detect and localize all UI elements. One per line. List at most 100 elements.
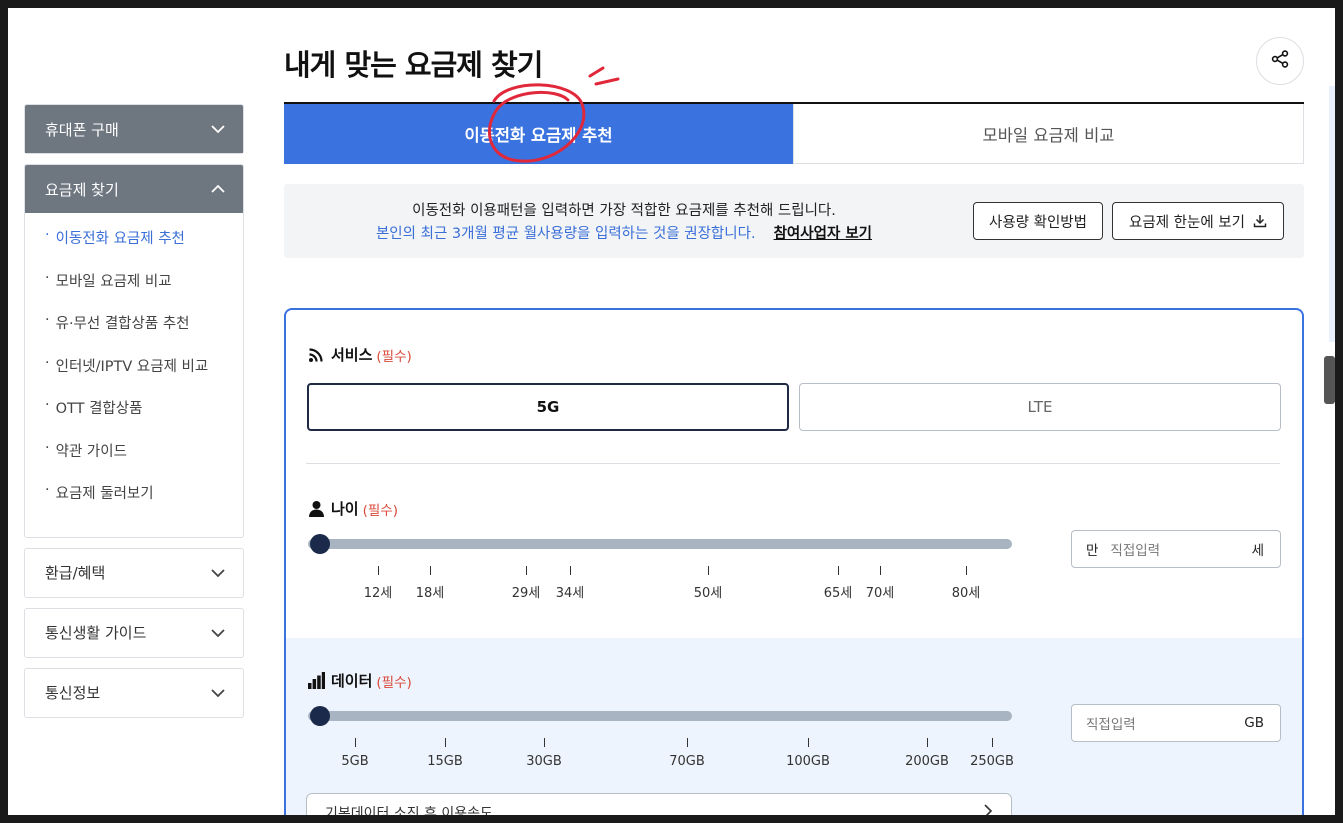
sidebar-section-header[interactable]: 요금제 찾기	[25, 165, 243, 213]
age-slider-track[interactable]	[308, 539, 1012, 549]
notice-line: 이동전화 이용패턴을 입력하면 가장 적합한 요금제를 추천해 드립니다.	[412, 203, 836, 219]
share-icon	[1270, 49, 1290, 73]
tick-mark	[355, 738, 356, 747]
data-slider-track[interactable]	[308, 711, 1012, 721]
sidebar: 휴대폰 구매 요금제 찾기 · 이동전화 요금제 추천 · 모바일 요금제 비교 ·…	[24, 104, 244, 728]
plan-input-form: 서비스 (필수) 5G LTE 나이 (필수) 12세 18세 29세 34세 50세 6…	[284, 308, 1304, 815]
sidebar-section-telecom-info[interactable]: 통신정보	[24, 667, 244, 718]
tick-label[interactable]: 5GB	[341, 754, 368, 769]
view-all-plans-button[interactable]: 요금제 한눈에 보기	[1112, 202, 1284, 240]
divider	[306, 463, 1280, 464]
sidebar-section-label: 환급/혜택	[45, 564, 106, 582]
download-icon	[1253, 214, 1267, 228]
age-input-prefix: 만	[1086, 543, 1099, 559]
tick-label[interactable]: 100GB	[786, 754, 830, 769]
tick-mark	[927, 738, 928, 747]
sidebar-section-label: 통신정보	[45, 684, 101, 702]
sidebar-section-plan-finder: 요금제 찾기 · 이동전화 요금제 추천 · 모바일 요금제 비교 · 유·무선 결합…	[24, 164, 244, 538]
tick-label[interactable]: 70세	[866, 582, 895, 601]
chevron-down-icon	[211, 120, 225, 138]
notice-box: 이동전화 이용패턴을 입력하면 가장 적합한 요금제를 추천해 드립니다. 본인…	[284, 184, 1304, 258]
tick-mark	[992, 738, 993, 747]
chevron-up-icon	[211, 180, 225, 198]
speed-after-data-exhausted-row[interactable]: 기본데이터 소진 후 이용속도	[306, 793, 1012, 815]
tab-mobile-plan-recommend[interactable]: 이동전화 요금제 추천	[284, 104, 793, 164]
sidebar-section-label: 통신생활 가이드	[45, 624, 147, 642]
age-direct-input[interactable]: 만 직접입력 세	[1071, 530, 1281, 568]
chevron-right-icon	[983, 804, 993, 815]
scrollbar-thumb[interactable]	[1324, 356, 1335, 404]
required-mark: (필수)	[376, 674, 412, 691]
signal-bars-icon	[308, 672, 325, 689]
tick-mark	[838, 566, 839, 575]
sidebar-sub-list: · 이동전화 요금제 추천 · 모바일 요금제 비교 · 유·무선 결합상품 추천 ·…	[25, 213, 243, 537]
tick-mark	[445, 738, 446, 747]
data-input-unit: GB	[1244, 715, 1264, 731]
data-section: 데이터 (필수) 5GB 15GB 30GB 70GB 100GB 200GB 250GB …	[286, 638, 1302, 815]
data-input-placeholder: 직접입력	[1086, 717, 1136, 733]
tick-label[interactable]: 50세	[694, 582, 723, 601]
tick-label[interactable]: 200GB	[905, 754, 949, 769]
sidebar-item-mobile-plan-compare[interactable]: · 모바일 요금제 비교	[45, 270, 243, 313]
sidebar-section-header[interactable]: 통신정보	[25, 669, 243, 717]
tick-mark	[808, 738, 809, 747]
tick-mark	[966, 566, 967, 575]
tick-label[interactable]: 250GB	[970, 754, 1014, 769]
person-icon	[308, 500, 325, 517]
sidebar-item-internet-iptv-compare[interactable]: · 인터넷/IPTV 요금제 비교	[45, 355, 243, 398]
sidebar-section-label: 요금제 찾기	[45, 180, 119, 199]
tab-bar: 이동전화 요금제 추천 모바일 요금제 비교	[284, 102, 1304, 164]
tab-mobile-plan-compare[interactable]: 모바일 요금제 비교	[793, 104, 1304, 164]
age-input-placeholder: 직접입력	[1110, 543, 1161, 559]
sidebar-section-header[interactable]: 휴대폰 구매	[25, 105, 243, 153]
tick-mark	[430, 566, 431, 575]
tick-label[interactable]: 34세	[556, 582, 585, 601]
age-input-unit: 세	[1251, 543, 1264, 559]
tick-mark	[544, 738, 545, 747]
service-section-label: 서비스 (필수)	[308, 344, 412, 365]
browser-viewport: 휴대폰 구매 요금제 찾기 · 이동전화 요금제 추천 · 모바일 요금제 비교 ·…	[8, 8, 1335, 815]
data-direct-input[interactable]: 직접입력 GB	[1071, 704, 1281, 742]
service-5g-button[interactable]: 5G	[307, 383, 789, 431]
sidebar-section-refund-benefit[interactable]: 환급/혜택	[24, 547, 244, 598]
tick-label[interactable]: 18세	[416, 582, 445, 601]
tick-label[interactable]: 12세	[364, 582, 393, 601]
tick-label[interactable]: 29세	[512, 582, 541, 601]
page-title: 내게 맞는 요금제 찾기	[284, 48, 543, 82]
participating-carriers-link[interactable]: 참여사업자 보기	[774, 226, 872, 242]
sidebar-item-terms-guide[interactable]: · 약관 가이드	[45, 440, 243, 483]
tick-mark	[880, 566, 881, 575]
tick-mark	[687, 738, 688, 747]
tick-mark	[378, 566, 379, 575]
notice-line-2: 본인의 최근 3개월 평균 월사용량을 입력하는 것을 권장합니다. 참여사업자 …	[284, 223, 964, 246]
sidebar-section-label: 휴대폰 구매	[45, 120, 119, 139]
sidebar-item-bundle-recommend[interactable]: · 유·무선 결합상품 추천	[45, 312, 243, 355]
sidebar-item-mobile-plan-recommend[interactable]: · 이동전화 요금제 추천	[45, 227, 243, 270]
share-button[interactable]	[1256, 37, 1304, 85]
sidebar-section-header[interactable]: 통신생활 가이드	[25, 609, 243, 657]
tick-label[interactable]: 15GB	[427, 754, 463, 769]
sidebar-section-telecom-guide[interactable]: 통신생활 가이드	[24, 607, 244, 658]
tick-mark	[570, 566, 571, 575]
sidebar-item-browse-plans[interactable]: · 요금제 둘러보기	[45, 482, 243, 525]
age-slider-thumb[interactable]	[310, 534, 330, 554]
notice-text: 이동전화 이용패턴을 입력하면 가장 적합한 요금제를 추천해 드립니다. 본인…	[284, 200, 964, 246]
usage-check-button[interactable]: 사용량 확인방법	[973, 202, 1103, 240]
tick-label[interactable]: 70GB	[669, 754, 705, 769]
required-mark: (필수)	[376, 348, 412, 365]
tick-label[interactable]: 30GB	[526, 754, 562, 769]
data-section-label: 데이터 (필수)	[308, 670, 412, 691]
service-lte-button[interactable]: LTE	[799, 383, 1281, 431]
required-mark: (필수)	[362, 502, 398, 519]
chevron-down-icon	[211, 684, 225, 702]
tick-mark	[526, 566, 527, 575]
tick-label[interactable]: 80세	[952, 582, 981, 601]
sidebar-section-header[interactable]: 환급/혜택	[25, 549, 243, 597]
chevron-down-icon	[211, 624, 225, 642]
tick-label[interactable]: 65세	[824, 582, 853, 601]
chevron-down-icon	[211, 564, 225, 582]
data-slider-thumb[interactable]	[310, 706, 330, 726]
sidebar-item-ott-bundle[interactable]: · OTT 결합상품	[45, 397, 243, 440]
wifi-icon	[308, 346, 325, 363]
sidebar-section-phone-purchase[interactable]: 휴대폰 구매	[24, 104, 244, 154]
